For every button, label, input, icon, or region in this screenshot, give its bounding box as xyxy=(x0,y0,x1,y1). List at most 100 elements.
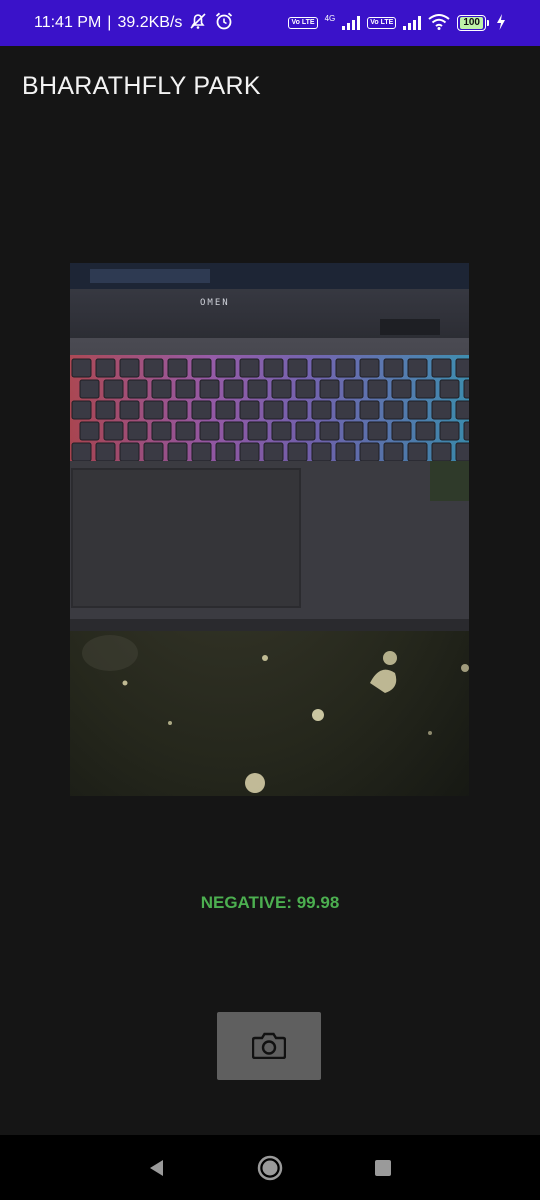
status-left: 11:41 PM | 39.2KB/s xyxy=(34,11,234,36)
keyboard-key xyxy=(415,379,436,399)
keyboard-key xyxy=(287,442,308,462)
keyboard-key xyxy=(343,421,364,441)
keyboard-key xyxy=(415,421,436,441)
keyboard-key xyxy=(455,358,469,378)
camera-button[interactable] xyxy=(217,1012,321,1080)
keyboard-key xyxy=(151,379,172,399)
captured-photo: OMEN xyxy=(70,263,469,796)
signal-icon xyxy=(342,16,361,30)
net-speed: 39.2KB/s xyxy=(117,14,183,31)
keyboard-key xyxy=(175,421,196,441)
keyboard-key xyxy=(439,379,460,399)
keyboard-key xyxy=(247,379,268,399)
keyboard-key xyxy=(407,400,428,420)
status-time: 11:41 PM xyxy=(34,14,102,31)
keyboard-key xyxy=(335,442,356,462)
keyboard-key xyxy=(71,400,92,420)
keyboard-key xyxy=(407,358,428,378)
keyboard-key xyxy=(295,421,316,441)
keyboard-key xyxy=(215,358,236,378)
keyboard-key xyxy=(191,400,212,420)
back-button[interactable] xyxy=(127,1143,187,1193)
keyboard-key xyxy=(223,421,244,441)
keyboard-key xyxy=(119,400,140,420)
keyboard-key xyxy=(167,358,188,378)
keyboard-key xyxy=(167,442,188,462)
status-separator: | xyxy=(107,14,112,31)
keyboard-key xyxy=(103,379,124,399)
keyboard-key xyxy=(95,400,116,420)
alarm-icon xyxy=(214,11,234,36)
keyboard-key xyxy=(367,421,388,441)
keyboard-key xyxy=(191,442,212,462)
keyboard-key xyxy=(263,400,284,420)
home-icon xyxy=(257,1155,283,1180)
keyboard-key xyxy=(79,379,100,399)
keyboard-key xyxy=(119,358,140,378)
keyboard-key xyxy=(367,379,388,399)
keyboard-key xyxy=(359,358,380,378)
network-type: 4G xyxy=(324,14,336,23)
keyboard-key xyxy=(143,358,164,378)
recents-icon xyxy=(375,1159,392,1176)
keyboard-key xyxy=(71,358,92,378)
keyboard-key xyxy=(239,358,260,378)
keyboard-key xyxy=(359,442,380,462)
keyboard-key xyxy=(311,442,332,462)
keyboard-key xyxy=(127,421,148,441)
keyboard-key xyxy=(319,379,340,399)
keyboard-key xyxy=(463,421,469,441)
keyboard-key xyxy=(215,400,236,420)
keyboard-key xyxy=(119,442,140,462)
keyboard-key xyxy=(239,442,260,462)
keyboard-key xyxy=(263,442,284,462)
keyboard-key xyxy=(383,442,404,462)
keyboard-key xyxy=(391,421,412,441)
keyboard-key xyxy=(239,400,260,420)
keyboard-key xyxy=(439,421,460,441)
keyboard-key xyxy=(311,358,332,378)
charging-icon xyxy=(496,14,506,32)
back-icon xyxy=(149,1159,163,1176)
app-bar: BHARATHFLY PARK xyxy=(0,46,540,126)
keyboard-key xyxy=(167,400,188,420)
keyboard-key xyxy=(335,358,356,378)
sim2-volte-badge: Vo LTE xyxy=(367,17,397,29)
nav-bar xyxy=(0,1135,540,1200)
keyboard-key xyxy=(151,421,172,441)
keyboard-key xyxy=(335,400,356,420)
keyboard-key xyxy=(383,358,404,378)
camera-icon xyxy=(251,1031,287,1062)
muted-alarm-icon xyxy=(188,12,208,35)
app-title: BHARATHFLY PARK xyxy=(22,71,261,100)
keyboard-key xyxy=(407,442,428,462)
keyboard-key xyxy=(319,421,340,441)
keyboard-key xyxy=(383,400,404,420)
keyboard-key xyxy=(343,379,364,399)
keyboard-key xyxy=(175,379,196,399)
laptop-brand-text: OMEN xyxy=(200,298,230,308)
keyboard-key xyxy=(199,421,220,441)
keyboard-key xyxy=(191,358,212,378)
keyboard-key xyxy=(271,421,292,441)
home-button[interactable] xyxy=(240,1143,300,1193)
keyboard-key xyxy=(455,442,469,462)
keyboard-key xyxy=(463,379,469,399)
battery-icon: 100 xyxy=(457,15,489,31)
keyboard-key xyxy=(431,400,452,420)
keyboard-key xyxy=(127,379,148,399)
keyboard-key xyxy=(295,379,316,399)
keyboard-key xyxy=(359,400,380,420)
keyboard-key xyxy=(431,358,452,378)
keyboard-key xyxy=(143,400,164,420)
keyboard-key xyxy=(431,442,452,462)
keyboard-key xyxy=(95,442,116,462)
signal-icon-sim2 xyxy=(403,16,422,30)
recents-button[interactable] xyxy=(353,1143,413,1193)
sim1-volte-badge: Vo LTE xyxy=(288,17,318,29)
prediction-result: NEGATIVE: 99.98 xyxy=(200,893,340,912)
battery-level: 100 xyxy=(460,17,483,29)
keyboard-key xyxy=(223,379,244,399)
keyboard-key xyxy=(79,421,100,441)
keyboard-key xyxy=(271,379,292,399)
